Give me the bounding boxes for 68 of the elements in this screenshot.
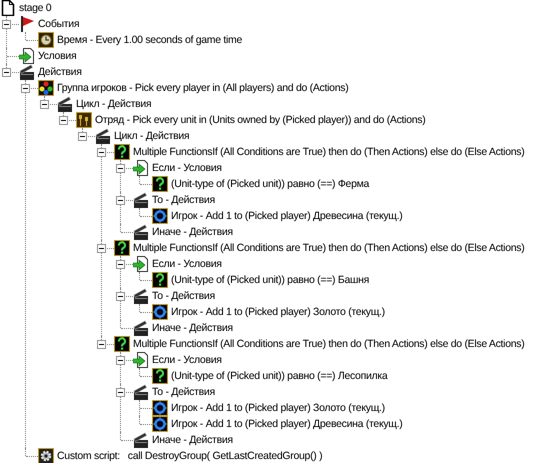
question-mark-icon xyxy=(114,144,130,160)
tree-item[interactable]: Цикл - Действия xyxy=(76,97,152,111)
collapse-icon[interactable] xyxy=(97,148,106,157)
tree-item[interactable]: Custom script: call DestroyGroup( GetLastCreatedGroup() ) xyxy=(57,449,322,463)
tree-item[interactable]: Multiple FunctionsIf (All Conditions are True) then do (Then Actions) else do (Else Actions) xyxy=(133,337,524,351)
tree-item[interactable]: stage 0 xyxy=(19,1,52,15)
clapperboard-icon xyxy=(133,288,149,304)
tree-item[interactable]: Время - Every 1.00 seconds of game time xyxy=(57,33,242,47)
tree-item[interactable]: То - Действия xyxy=(152,385,215,399)
tree-item[interactable]: Если - Условия xyxy=(152,257,222,271)
tree-item[interactable]: Группа игроков - Pick every player in (All players) and do (Actions) xyxy=(57,81,348,95)
colored-dots-icon xyxy=(38,80,54,96)
clapperboard-icon xyxy=(133,384,149,400)
collapse-icon[interactable] xyxy=(40,100,49,109)
collapse-icon[interactable] xyxy=(21,84,30,93)
tree-item[interactable]: То - Действия xyxy=(152,289,215,303)
collapse-icon[interactable] xyxy=(59,116,68,125)
clock-icon xyxy=(38,32,54,48)
tree-item[interactable]: (Unit-type of (Picked unit)) равно (==) Лесопилка xyxy=(171,369,388,383)
collapse-icon[interactable] xyxy=(2,20,11,29)
collapse-icon[interactable] xyxy=(97,244,106,253)
collapse-icon[interactable] xyxy=(116,292,125,301)
tree-item[interactable]: Если - Условия xyxy=(152,353,222,367)
tree-item[interactable]: Если - Условия xyxy=(152,161,222,175)
question-mark-icon xyxy=(152,176,168,192)
clapperboard-icon xyxy=(133,224,149,240)
tree-item[interactable]: Иначе - Действия xyxy=(152,225,233,239)
question-mark-icon xyxy=(152,368,168,384)
tree-item[interactable]: Multiple FunctionsIf (All Conditions are True) then do (Then Actions) else do (Else Actions) xyxy=(133,241,524,255)
tree-item[interactable]: Цикл - Действия xyxy=(114,129,190,143)
clapperboard-icon xyxy=(133,192,149,208)
collapse-icon[interactable] xyxy=(116,164,125,173)
question-mark-icon xyxy=(152,272,168,288)
tree-item[interactable]: Игрок - Add 1 to (Picked player) Древесина (текущ.) xyxy=(171,417,402,431)
clapperboard-icon xyxy=(95,128,111,144)
document-icon xyxy=(0,0,16,16)
collapse-icon[interactable] xyxy=(78,132,87,141)
question-mark-icon xyxy=(114,336,130,352)
collapse-icon[interactable] xyxy=(116,196,125,205)
clapperboard-icon xyxy=(133,320,149,336)
tree-item[interactable]: Иначе - Действия xyxy=(152,433,233,447)
tree-item[interactable]: Иначе - Действия xyxy=(152,321,233,335)
clapperboard-icon xyxy=(133,432,149,448)
clapperboard-icon xyxy=(19,64,35,80)
circular-arrows-icon xyxy=(152,416,168,432)
circular-arrows-icon xyxy=(152,400,168,416)
tree-item[interactable]: События xyxy=(38,17,80,31)
tree-item[interactable]: Multiple FunctionsIf (All Conditions are True) then do (Then Actions) else do (Else Actions) xyxy=(133,145,524,159)
collapse-icon[interactable] xyxy=(2,68,11,77)
tree-item[interactable]: (Unit-type of (Picked unit)) равно (==) Ферма xyxy=(171,177,370,191)
tree-item[interactable]: (Unit-type of (Picked unit)) равно (==) Башня xyxy=(171,273,369,287)
figures-icon xyxy=(76,112,92,128)
collapse-icon[interactable] xyxy=(116,356,125,365)
collapse-icon[interactable] xyxy=(116,260,125,269)
circular-arrows-icon xyxy=(152,208,168,224)
tree-item[interactable]: Действия xyxy=(38,65,82,79)
gear-icon xyxy=(38,448,54,463)
clapperboard-icon xyxy=(57,96,73,112)
tree-item[interactable]: То - Действия xyxy=(152,193,215,207)
circular-arrows-icon xyxy=(152,304,168,320)
collapse-icon[interactable] xyxy=(116,388,125,397)
tree-item[interactable]: Игрок - Add 1 to (Picked player) Древесина (текущ.) xyxy=(171,209,402,223)
collapse-icon[interactable] xyxy=(97,340,106,349)
tree-item[interactable]: Игрок - Add 1 to (Picked player) Золото (текущ.) xyxy=(171,401,385,415)
tree-item[interactable]: Условия xyxy=(38,49,76,63)
tree-item[interactable]: Игрок - Add 1 to (Picked player) Золото (текущ.) xyxy=(171,305,385,319)
tree-item[interactable]: Отряд - Pick every unit in (Units owned by (Picked player)) and do (Actions) xyxy=(95,113,426,127)
question-mark-icon xyxy=(114,240,130,256)
